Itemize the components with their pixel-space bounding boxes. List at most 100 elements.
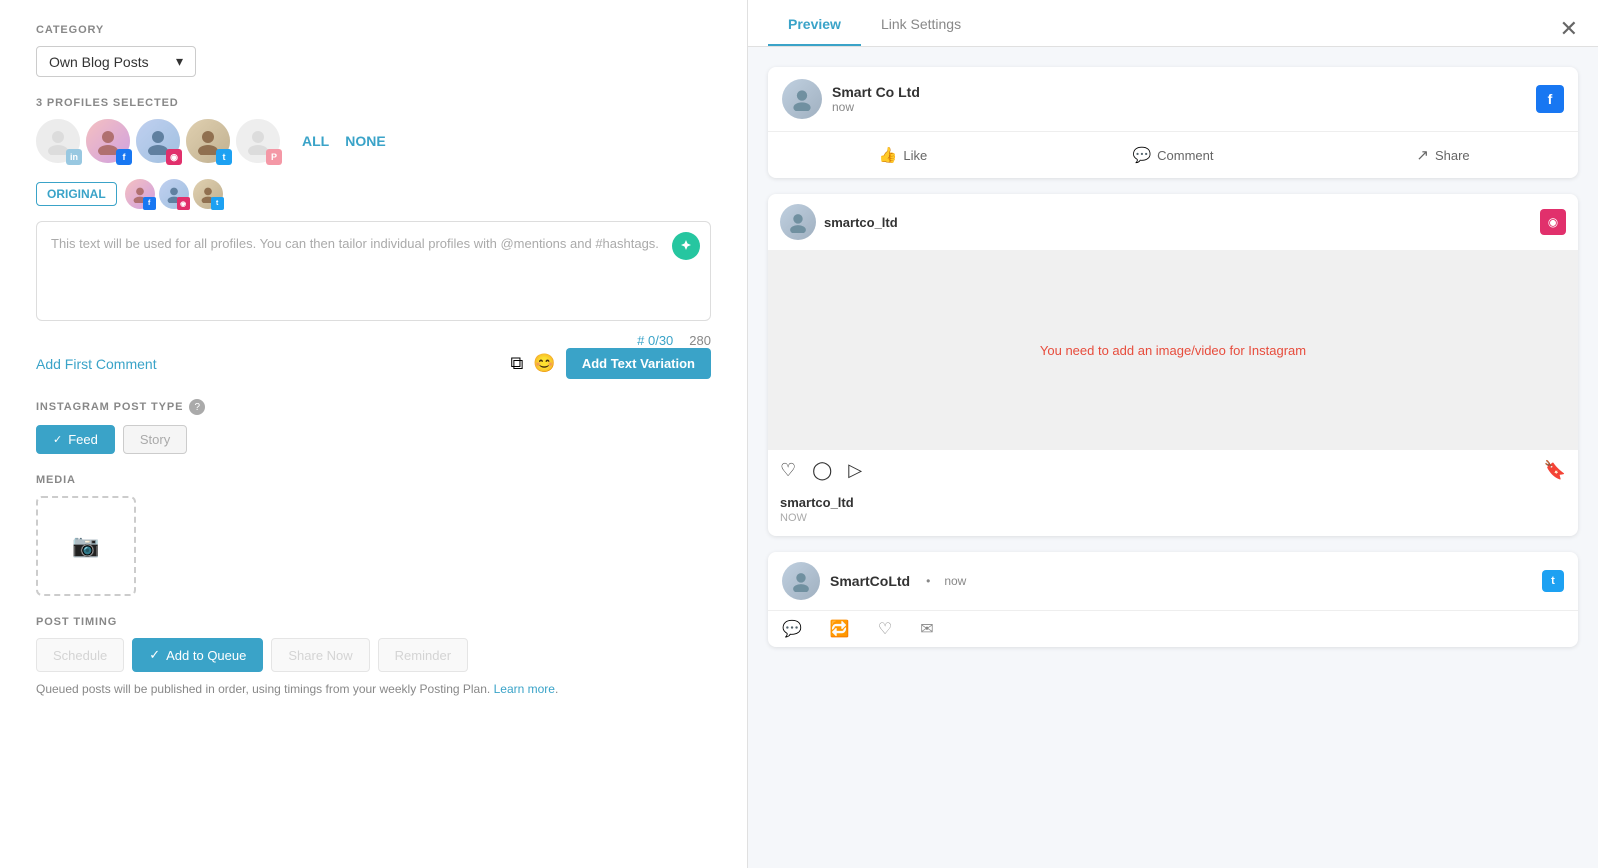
facebook-preview-card: Smart Co Ltd now f 👍 Like 💬 Comment ↗ Sh… <box>768 67 1578 178</box>
tab-badge-tw: t <box>211 197 224 210</box>
twitter-badge: t <box>216 149 232 165</box>
facebook-badge: f <box>116 149 132 165</box>
tab-profile-avatars: f ◉ t <box>125 179 223 209</box>
add-to-queue-button[interactable]: ✓ Add to Queue <box>132 638 263 672</box>
original-tab[interactable]: ORIGINAL <box>36 182 117 206</box>
media-section: MEDIA 📷 <box>36 474 711 596</box>
instagram-type-label: INSTAGRAM POST TYPE <box>36 401 183 413</box>
right-tabs: Preview Link Settings <box>748 0 1598 47</box>
tab-avatar-1[interactable]: f <box>125 179 155 209</box>
facebook-social-icon: f <box>1536 85 1564 113</box>
comment-icon: 💬 <box>1132 146 1151 164</box>
instagram-card-header: smartco_ltd ◉ <box>768 194 1578 250</box>
close-button[interactable]: ✕ <box>1560 16 1578 42</box>
category-dropdown[interactable]: Own Blog Posts ▾ <box>36 46 196 77</box>
tab-badge-ig: ◉ <box>177 197 190 210</box>
profiles-row: in f ◉ t <box>36 119 711 163</box>
instagram-preview-card: smartco_ltd ◉ You need to add an image/v… <box>768 194 1578 536</box>
like-icon: 👍 <box>879 146 898 164</box>
profile-avatar-3[interactable]: ◉ <box>136 119 180 163</box>
tab-badge-fb: f <box>143 197 156 210</box>
instagram-badge: ◉ <box>166 149 182 165</box>
profile-avatar-5[interactable]: P <box>236 119 280 163</box>
twitter-preview-card: SmartCoLtd • now t 💬 🔁 ♡ ✉ <box>768 552 1578 647</box>
preview-content: Smart Co Ltd now f 👍 Like 💬 Comment ↗ Sh… <box>748 47 1598 667</box>
ig-heart-icon[interactable]: ♡ <box>780 460 796 481</box>
profile-avatar-2[interactable]: f <box>86 119 130 163</box>
left-panel: CATEGORY Own Blog Posts ▾ 3 PROFILES SEL… <box>0 0 748 868</box>
right-panel: ✕ Preview Link Settings Smart Co Ltd now… <box>748 0 1598 868</box>
instagram-social-icon: ◉ <box>1540 209 1566 235</box>
twitter-name: SmartCoLtd <box>830 573 910 589</box>
twitter-avatar <box>782 562 820 600</box>
facebook-avatar <box>782 79 822 119</box>
copy-icon[interactable]: ⧉ <box>511 353 524 374</box>
tab-avatar-3[interactable]: t <box>193 179 223 209</box>
facebook-share-action[interactable]: ↗ Share <box>1308 140 1578 170</box>
instagram-warning: You need to add an image/video for Insta… <box>1020 323 1326 378</box>
reminder-button[interactable]: Reminder <box>378 638 468 672</box>
emoji-icon[interactable]: 😊 <box>533 353 555 374</box>
text-input-area[interactable]: This text will be used for all profiles.… <box>36 221 711 321</box>
linkedin-badge: in <box>66 149 82 165</box>
facebook-card-info: Smart Co Ltd now <box>832 84 920 114</box>
checkmark-icon: ✓ <box>53 433 62 446</box>
schedule-button[interactable]: Schedule <box>36 638 124 672</box>
profiles-section: 3 PROFILES SELECTED in f <box>36 97 711 163</box>
category-label: CATEGORY <box>36 24 711 36</box>
checkmark-icon: ✓ <box>149 647 160 663</box>
all-button[interactable]: ALL <box>298 131 333 151</box>
char-count-row: # 0/30 280 <box>36 333 711 348</box>
text-placeholder: This text will be used for all profiles.… <box>51 234 696 254</box>
preview-tab[interactable]: Preview <box>768 0 861 46</box>
story-button[interactable]: Story <box>123 425 187 454</box>
timing-label: POST TIMING <box>36 616 711 628</box>
ig-bookmark-icon[interactable]: 🔖 <box>1544 460 1566 481</box>
profile-avatar-4[interactable]: t <box>186 119 230 163</box>
add-first-comment-button[interactable]: Add First Comment <box>36 356 157 372</box>
facebook-like-action[interactable]: 👍 Like <box>768 140 1038 170</box>
instagram-type-buttons: ✓ Feed Story <box>36 425 711 454</box>
tw-reply-icon[interactable]: 💬 <box>782 619 802 639</box>
profile-avatar-ghost[interactable]: in <box>36 119 80 163</box>
all-none-buttons: ALL NONE <box>298 131 390 151</box>
facebook-comment-action[interactable]: 💬 Comment <box>1038 140 1308 170</box>
tw-mail-icon[interactable]: ✉ <box>920 619 933 639</box>
facebook-card-header: Smart Co Ltd now f <box>768 67 1578 131</box>
textarea-actions: Add First Comment ⧉ 😊 Add Text Variation <box>36 348 711 379</box>
instagram-type-label-row: INSTAGRAM POST TYPE ? <box>36 399 711 415</box>
media-upload-box[interactable]: 📷 <box>36 496 136 596</box>
twitter-card-header: SmartCoLtd • now t <box>768 552 1578 610</box>
timing-buttons: Schedule ✓ Add to Queue Share Now Remind… <box>36 638 711 672</box>
twitter-actions: 💬 🔁 ♡ ✉ <box>768 610 1578 647</box>
learn-more-link[interactable]: Learn more <box>494 682 555 696</box>
category-section: CATEGORY Own Blog Posts ▾ <box>36 24 711 77</box>
ai-assist-icon[interactable] <box>672 232 700 260</box>
link-settings-tab[interactable]: Link Settings <box>861 0 981 46</box>
tab-avatar-2[interactable]: ◉ <box>159 179 189 209</box>
facebook-post-time: now <box>832 100 920 114</box>
instagram-footer-username: smartco_ltd <box>780 495 1566 510</box>
char-count: 280 <box>689 333 711 348</box>
share-now-button[interactable]: Share Now <box>271 638 369 672</box>
none-button[interactable]: NONE <box>341 131 389 151</box>
tw-like-icon[interactable]: ♡ <box>878 619 892 639</box>
instagram-footer: smartco_ltd NOW <box>768 491 1578 536</box>
twitter-dot: • <box>926 574 930 588</box>
post-timing-section: POST TIMING Schedule ✓ Add to Queue Shar… <box>36 616 711 696</box>
pinterest-badge: P <box>266 149 282 165</box>
add-text-variation-button[interactable]: Add Text Variation <box>566 348 711 379</box>
facebook-page-name: Smart Co Ltd <box>832 84 920 100</box>
tw-retweet-icon[interactable]: 🔁 <box>830 619 850 639</box>
ig-share-icon[interactable]: ▷ <box>848 460 862 481</box>
help-icon[interactable]: ? <box>189 399 205 415</box>
share-label: Share <box>1435 148 1470 163</box>
comment-label: Comment <box>1157 148 1213 163</box>
chevron-down-icon: ▾ <box>176 53 183 70</box>
ig-comment-icon[interactable]: ◯ <box>812 460 832 481</box>
tabs-row: ORIGINAL f ◉ t <box>36 179 711 209</box>
instagram-media-placeholder: You need to add an image/video for Insta… <box>768 250 1578 450</box>
twitter-time: now <box>944 574 966 588</box>
category-value: Own Blog Posts <box>49 54 149 70</box>
feed-button[interactable]: ✓ Feed <box>36 425 115 454</box>
